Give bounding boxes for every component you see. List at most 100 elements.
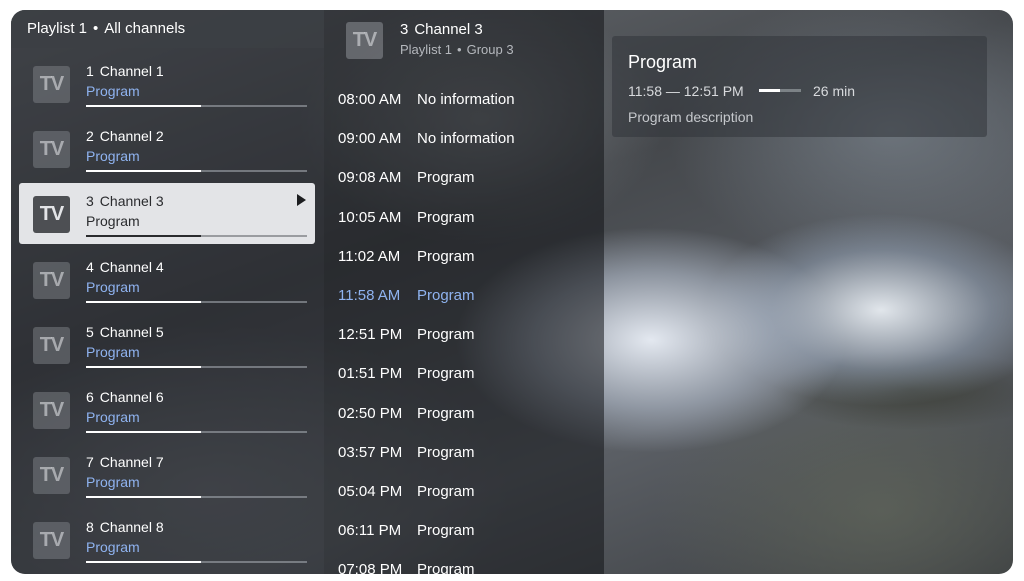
schedule-playlist: Playlist 1	[400, 42, 453, 57]
channel-progress-bar	[86, 300, 307, 303]
channel-progress-fill	[86, 235, 201, 238]
program-row[interactable]: 11:02 AM Program	[338, 248, 475, 265]
channel-number: 8	[86, 519, 94, 536]
channel-progress-fill	[86, 431, 201, 433]
channel-item[interactable]: TV 2 Channel 2 Program	[19, 118, 315, 179]
program-row[interactable]: 12:51 PM Program	[338, 326, 475, 343]
program-row[interactable]: 02:50 PM Program	[338, 405, 475, 422]
program-row[interactable]: 03:57 PM Program	[338, 444, 475, 461]
channel-logo: TV	[33, 522, 70, 560]
program-info-time: 11:58 — 12:51 PM	[628, 83, 744, 99]
channel-title: Channel 5	[99, 323, 164, 340]
channel-name: 2 Channel 2	[86, 128, 164, 144]
program-title: No information	[417, 130, 515, 148]
program-info-card: Program 11:58 — 12:51 PM 26 min Program …	[612, 36, 987, 137]
channel-item[interactable]: TV 1 Channel 1 Program	[19, 53, 315, 114]
program-progress-bar	[759, 89, 801, 92]
program-schedule: TV 3 Channel 3 Playlist 1 • Group 3 08:00 A…	[324, 10, 604, 574]
channel-title: Channel 6	[99, 389, 164, 405]
program-row[interactable]: 07:08 PM Program	[338, 561, 475, 574]
program-time: 05:04 PM	[338, 483, 403, 500]
program-row[interactable]: 11:58 AM Program	[338, 287, 475, 304]
program-time: 12:51 PM	[338, 326, 403, 344]
program-title: Program	[417, 483, 475, 500]
channel-item[interactable]: TV 6 Channel 6 Program	[19, 379, 315, 440]
channel-progress-bar	[86, 170, 307, 173]
channel-current-program: Program	[86, 409, 140, 425]
channel-title: Channel 3	[99, 193, 164, 210]
channel-title: Channel 4	[99, 258, 164, 275]
channel-logo: TV	[346, 22, 383, 59]
program-title: Program	[417, 287, 475, 304]
program-title: Program	[417, 561, 475, 574]
channel-name: 4 Channel 4	[86, 259, 164, 275]
channel-logo: TV	[33, 261, 70, 299]
schedule-channel-title: 3 Channel 3	[400, 21, 483, 38]
program-title: Program	[417, 169, 475, 187]
program-title: Program	[417, 443, 475, 461]
header-separator: •	[93, 20, 99, 37]
program-time: 11:58 AM	[338, 287, 401, 304]
channel-name: 7 Channel 7	[86, 454, 164, 470]
program-row[interactable]: 01:51 PM Program	[338, 365, 475, 382]
program-row[interactable]: 05:04 PM Program	[338, 483, 475, 500]
program-row[interactable]: 10:05 AM Program	[338, 209, 475, 226]
channel-item[interactable]: TV 7 Channel 7 Program	[19, 444, 315, 505]
channel-title: Channel 2	[99, 128, 164, 145]
channel-item[interactable]: TV 4 Channel 4 Program	[19, 249, 315, 310]
channel-item[interactable]: TV 3 Channel 3 Program	[19, 183, 315, 245]
channel-current-program: Program	[86, 213, 140, 230]
channel-progress-fill	[86, 561, 201, 564]
play-icon	[297, 194, 306, 207]
channel-current-program: Program	[86, 343, 140, 360]
program-row[interactable]: 09:08 AM Program	[338, 169, 475, 186]
channel-current-program: Program	[86, 148, 140, 165]
program-time: 06:11 PM	[338, 522, 402, 540]
channel-current-program: Program	[86, 278, 140, 295]
program-title: Program	[417, 365, 475, 383]
program-row[interactable]: 08:00 AM No information	[338, 91, 515, 108]
program-title: Program	[417, 247, 475, 265]
channel-name: 5 Channel 5	[86, 324, 164, 340]
channel-progress-bar	[86, 365, 307, 368]
channel-progress-fill	[86, 170, 201, 173]
channel-number: 3	[86, 193, 94, 210]
program-time: 02:50 PM	[338, 404, 403, 422]
schedule-channel-name: Channel 3	[414, 21, 483, 38]
channel-logo: TV	[33, 131, 70, 169]
channel-progress-bar	[86, 431, 307, 433]
channel-logo: TV	[33, 392, 70, 429]
program-description: Program description	[628, 109, 754, 125]
channel-item[interactable]: TV 5 Channel 5 Program	[19, 314, 315, 375]
channel-title: Channel 8	[99, 519, 164, 536]
channel-current-program: Program	[86, 539, 140, 556]
channel-title: Channel 7	[99, 454, 164, 471]
program-title: Program	[417, 326, 475, 344]
program-row[interactable]: 06:11 PM Program	[338, 522, 475, 539]
program-title: Program	[417, 404, 475, 422]
channel-progress-bar	[86, 105, 307, 107]
channel-progress-bar	[86, 235, 307, 238]
program-progress-fill	[759, 89, 780, 92]
channel-current-program: Program	[86, 83, 140, 99]
channel-progress-bar	[86, 561, 307, 564]
channel-title: Channel 1	[99, 63, 164, 79]
channel-progress-fill	[86, 300, 201, 303]
schedule-channel-number: 3	[400, 21, 409, 38]
program-duration: 26 min	[813, 83, 856, 99]
channel-number: 4	[86, 258, 94, 275]
program-row[interactable]: 09:00 AM No information	[338, 130, 515, 147]
channel-logo: TV	[33, 457, 70, 495]
program-title: Program	[417, 208, 475, 226]
channel-number: 1	[86, 63, 94, 79]
tv-player-screen: Playlist 1 • All channels TV 1 Channel 1 Prog…	[11, 10, 1013, 574]
channel-name: 8 Channel 8	[86, 519, 164, 535]
channel-name: 1 Channel 1	[86, 63, 164, 79]
channel-progress-fill	[86, 105, 201, 107]
channel-logo: TV	[33, 326, 70, 364]
program-time: 09:08 AM	[338, 169, 402, 187]
channel-number: 2	[86, 128, 94, 145]
channel-item[interactable]: TV 8 Channel 8 Program	[19, 509, 315, 570]
playlist-label: Playlist 1	[27, 20, 88, 37]
schedule-group: Group 3	[466, 42, 514, 57]
